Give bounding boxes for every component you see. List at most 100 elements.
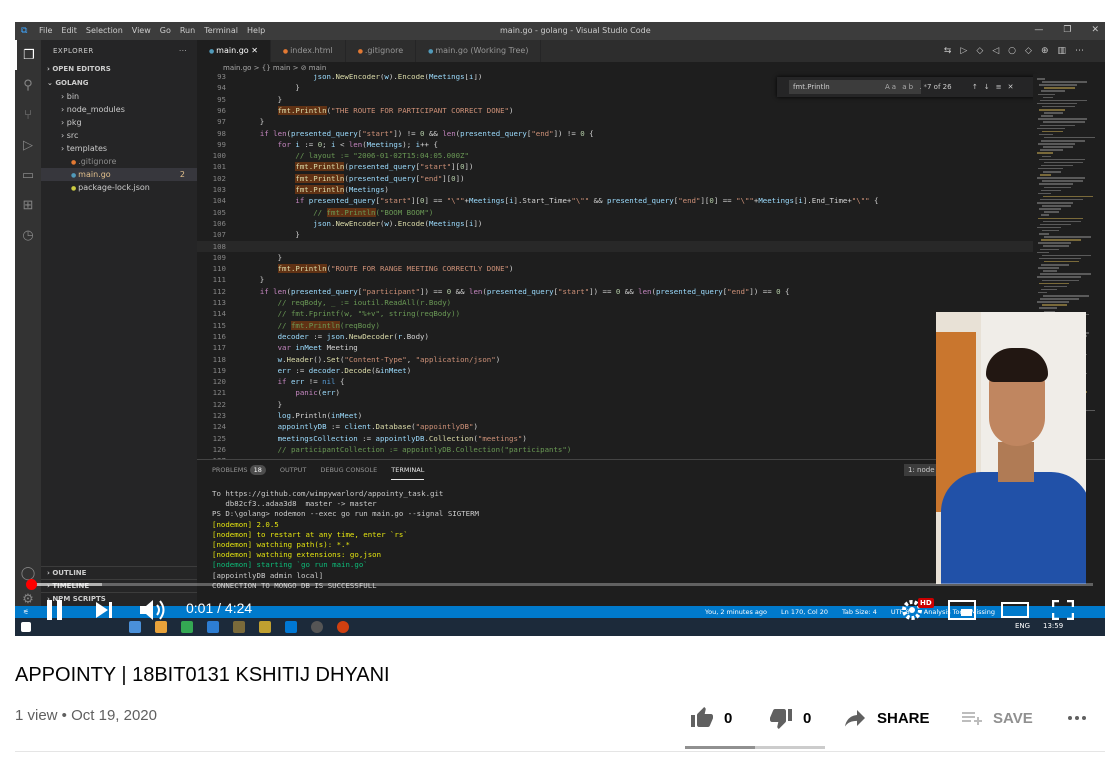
save-label: SAVE [993,709,1033,727]
minimap-line [1039,307,1057,309]
find-nav-icons: ↑↓≡✕ [972,83,1020,91]
editor-actions: ⇆▷◇◁○◇⊕▥⋯ [943,46,1093,56]
save-button[interactable]: SAVE [959,706,1065,730]
miniplayer-button[interactable] [948,600,976,625]
theater-mode-button[interactable] [1001,602,1029,623]
breadcrumb: main.go > {} main > ⊘ main [197,62,1105,74]
file-tree: › bin › node_modules › pkg › src › templates… [41,90,197,194]
terminal-output: To https://github.com/wimpywarlord/appoi… [212,489,479,591]
minimap-line [1038,291,1047,294]
line-number: 123 [212,411,226,420]
minimap-line [1044,136,1095,139]
close-icon: ✕ [1091,25,1099,35]
editor-tab: ● index.html [271,40,346,62]
thumbs-down-icon [770,709,792,729]
code-line: 106 json.NewEncoder(w).Encode(Meetings[i… [197,218,1047,229]
volume-button[interactable] [138,598,168,627]
minimap-line [1039,84,1077,86]
next-button[interactable] [94,600,114,625]
status-bar: ⚟ You, 2 minutes ago Ln 170, Col 20 Tab Si… [15,606,1105,618]
tab-terminal: TERMINAL [391,460,425,480]
code-text: } [242,83,300,93]
code-line: 104 if presented_query["start"][0] == "\… [197,195,1047,206]
line-number: 116 [212,331,226,341]
menu-item: Go [159,26,171,35]
file-name: bin [66,92,80,101]
video-player[interactable]: ⧉ File Edit Selection View Go Run Terminal Help… [15,22,1105,636]
fullscreen-icon [1051,599,1075,621]
minimap-line [1040,298,1079,300]
minimap-line [1037,152,1053,154]
code-text: decoder := json.NewDecoder(r.Body) [277,331,429,341]
line-number: 111 [212,275,226,285]
minimap-line [1041,239,1081,241]
code-line: 99 for i := 0; i < len(Meetings); i++ { [197,139,1047,150]
minimap-line [1040,248,1059,250]
code-text: // participantCollection := appointlyDB.… [242,444,572,454]
taskbar-app-icon [311,621,323,633]
code-line: 107 } [197,229,1047,240]
windows-taskbar: ENG 13:59 [15,618,1105,636]
line-number: 99 [217,139,226,149]
code-text: var inMeet Meeting [277,343,358,353]
code-text: w.Header().Set("Content-Type", "applicat… [277,354,501,364]
code-text: // fmt.Fprintf(w, "%+v", string(reqBody)… [242,309,461,319]
progress-bar[interactable] [26,579,1093,590]
window-buttons: — ❐ ✕ [1034,25,1099,35]
minimap-line [1043,295,1089,297]
share-button[interactable]: SHARE [843,706,959,730]
code-text: if len(presented_query["start"]) != 0 &&… [259,128,594,138]
pause-button[interactable] [45,599,65,626]
minimap-line [1043,245,1069,247]
terminal-line: [nodemon] starting `go run main.go` [212,560,368,570]
taskbar-app-icon [207,621,219,633]
code-text: fmt.Println(presented_query["end"][0]) [295,173,465,183]
code-line: 111 } [197,274,1047,285]
status-item: Tab Size: 4 [842,608,877,616]
minimap-line [1041,288,1057,291]
like-ratio-bar [685,746,825,749]
line-number: 110 [212,264,226,274]
menu-item: Help [247,26,266,35]
open-editors-label: OPEN EDITORS [52,65,111,73]
minimap-line [1039,208,1061,210]
file-name: pkg [66,118,82,127]
code-text: log.Println(inMeet) [277,411,363,420]
remote-icon: ▭ [21,167,35,182]
more-icon: ··· [179,47,188,55]
explorer-title: EXPLORER [53,47,94,55]
dislike-button[interactable]: 0 [769,706,843,730]
fullscreen-button[interactable] [1051,599,1075,625]
minimap-line [1039,282,1069,285]
terminal-line: [appointlyDB admin local] [212,570,324,580]
volume-icon [140,600,165,620]
line-number: 114 [212,309,226,319]
minimap-line [1038,242,1071,244]
close-icon: ✕ [248,46,258,55]
next-icon [96,602,112,618]
minimap-line [1039,233,1049,235]
minimap-line [1041,264,1069,266]
minimap-line [1038,217,1083,219]
line-number: 102 [212,173,226,183]
terminal-line: db82cf3..adaa3d8 master -> master [212,499,377,509]
terminal-line: [nodemon] to restart at any time, enter … [212,529,408,539]
minimap-line [1044,161,1083,164]
like-button[interactable]: 0 [690,706,742,730]
minimap-line [1038,192,1051,195]
terminal-line: [nodemon] 2.0.5 [212,519,279,529]
line-number: 126 [212,444,226,454]
code-text: fmt.Println("THE ROUTE FOR PARTICIPANT C… [277,105,514,115]
vscode-menu: File Edit Selection View Go Run Terminal Help [39,26,265,35]
more-actions-button[interactable] [1065,706,1089,730]
outline-label: OUTLINE [52,569,87,577]
file-name: node_modules [66,105,125,114]
line-number: 125 [212,433,226,443]
minimap-line [1043,96,1053,99]
hd-badge: HD [918,598,934,608]
minimap-line [1040,149,1063,151]
buffered-bar [27,583,102,586]
code-text: } [242,275,265,285]
taskbar-app-icon [259,621,271,633]
window-title: main.go - golang - Visual Studio Code [500,26,651,35]
